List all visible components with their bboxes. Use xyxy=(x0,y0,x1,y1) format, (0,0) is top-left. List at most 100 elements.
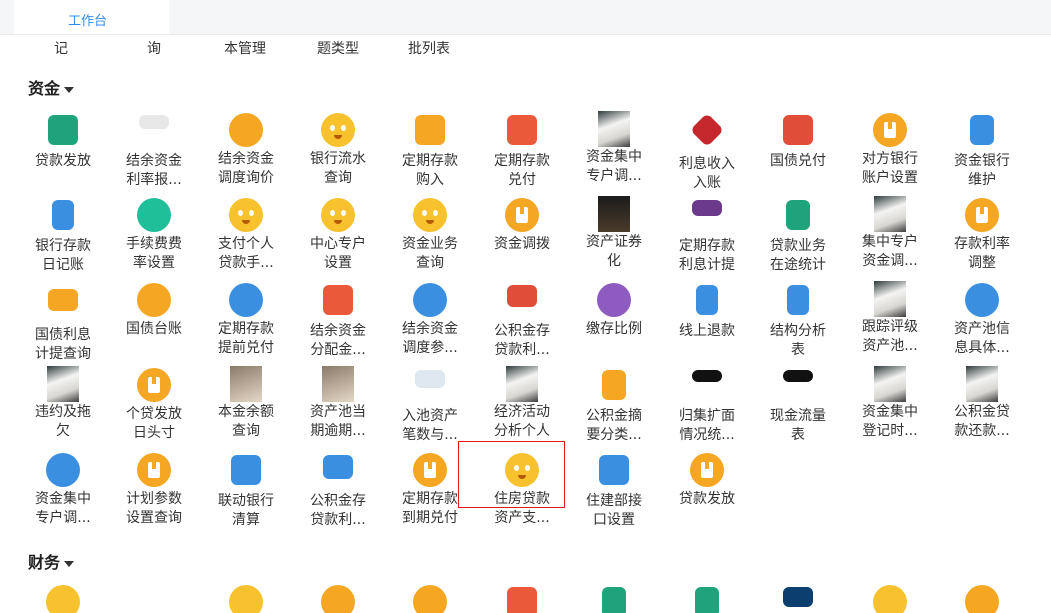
app-item[interactable]: 资金集中 专户调... xyxy=(17,453,109,528)
dark-banner-icon xyxy=(781,370,815,404)
app-item[interactable]: 资金集中 登记时... xyxy=(844,366,936,441)
cat-photo-icon xyxy=(229,366,263,402)
app-item[interactable]: 结余资金 分配金... xyxy=(292,283,384,360)
app-item[interactable]: 资产证券 化 xyxy=(568,196,660,271)
app-item-label: 本金余额 查询 xyxy=(218,404,274,439)
app-item[interactable]: 现金流量 表 xyxy=(752,368,844,445)
app-item[interactable]: 手续费费 率设置 xyxy=(108,198,200,273)
document-circle-icon xyxy=(965,198,999,232)
app-item[interactable]: 公积金贷 款还款... xyxy=(936,366,1028,441)
section-finance[interactable]: 财务 xyxy=(28,549,75,573)
app-item[interactable]: 定期存款 购入 xyxy=(384,113,476,190)
app-item[interactable]: 贷款发放 xyxy=(661,453,753,509)
app-item[interactable]: 定期存款 提前兑付 xyxy=(200,283,292,358)
partial-item-1-label[interactable]: 记 xyxy=(54,40,68,59)
app-item[interactable] xyxy=(568,585,660,613)
app-item[interactable]: 支付个人 贷款手... xyxy=(200,198,292,273)
app-item[interactable] xyxy=(752,585,844,613)
photo-thumbnail-icon xyxy=(873,366,907,402)
partial-item-4-label[interactable]: 题类型 xyxy=(317,40,359,59)
app-item-label: 资产池信 息具体... xyxy=(954,321,1010,356)
app-item[interactable]: 中心专户 设置 xyxy=(292,198,384,273)
app-item[interactable]: 资金调拨 xyxy=(476,198,568,254)
app-item[interactable]: 资金集中 专户调... xyxy=(568,111,660,186)
section-funds[interactable]: 资金 xyxy=(28,75,75,99)
cancel-document-icon xyxy=(505,587,539,613)
cancel-document-icon xyxy=(505,115,539,149)
app-item-label: 现金流量 表 xyxy=(770,408,826,443)
app-item[interactable]: 缴存比例 xyxy=(568,283,660,339)
app-item[interactable]: 住建部接 口设置 xyxy=(568,453,660,530)
app-item[interactable]: 国债台账 xyxy=(108,283,200,339)
app-item[interactable] xyxy=(844,585,936,613)
app-item[interactable] xyxy=(936,585,1028,613)
section-funds-label: 资金 xyxy=(28,79,61,98)
app-item[interactable]: 银行存款 日记账 xyxy=(17,198,109,275)
partial-item-5-label[interactable]: 批列表 xyxy=(408,40,450,59)
app-item[interactable]: 跟踪评级 资产池... xyxy=(844,281,936,356)
app-item[interactable]: 线上退款 xyxy=(661,283,753,341)
app-item[interactable]: 归集扩面 情况统... xyxy=(661,368,753,445)
app-item-label: 资金集中 登记时... xyxy=(862,404,918,439)
app-item[interactable]: 公积金存 贷款利... xyxy=(292,453,384,530)
caret-down-icon xyxy=(64,560,75,567)
certificate-image-icon xyxy=(413,370,447,404)
app-item[interactable]: 资金业务 查询 xyxy=(384,198,476,273)
selection-highlight xyxy=(458,441,565,508)
app-item[interactable] xyxy=(292,585,384,613)
app-item[interactable]: 计划参数 设置查询 xyxy=(108,453,200,528)
app-item-label: 结构分析 表 xyxy=(770,323,826,358)
app-item[interactable]: 结余资金 调度参... xyxy=(384,283,476,358)
partial-item-3-label[interactable]: 本管理 xyxy=(224,40,266,59)
app-item[interactable] xyxy=(476,585,568,613)
app-item[interactable]: 对方银行 账户设置 xyxy=(844,113,936,188)
app-item[interactable]: 结余资金 调度询价 xyxy=(200,113,292,188)
app-item[interactable] xyxy=(200,585,292,613)
document-circle-icon xyxy=(873,113,907,147)
app-item-label: 国债台账 xyxy=(126,321,182,337)
thumbnail-image-icon xyxy=(137,115,171,149)
app-item[interactable]: 公积金存 贷款利... xyxy=(476,283,568,360)
settings-tag-icon xyxy=(597,455,631,489)
app-item[interactable]: 经济活动 分析个人 xyxy=(476,366,568,441)
section-finance-label: 财务 xyxy=(28,553,61,572)
app-item[interactable]: 违约及拖 欠 xyxy=(17,366,109,441)
app-item-label: 公积金贷 款还款... xyxy=(954,404,1010,439)
app-item[interactable]: 结构分析 表 xyxy=(752,283,844,360)
partial-item-2-label[interactable]: 询 xyxy=(147,40,161,59)
app-item[interactable]: 集中专户 资金调... xyxy=(844,196,936,271)
app-item[interactable]: 贷款业务 在途统计 xyxy=(752,198,844,275)
app-item-label: 资金调拨 xyxy=(494,236,550,252)
app-item[interactable]: 资产池当 期逾期... xyxy=(292,366,384,441)
app-item[interactable] xyxy=(384,585,476,613)
app-item[interactable]: 公积金摘 要分类... xyxy=(568,368,660,445)
app-item-label: 违约及拖 欠 xyxy=(35,404,91,439)
app-item[interactable]: 本金余额 查询 xyxy=(200,366,292,441)
app-item-label: 手续费费 率设置 xyxy=(126,236,182,271)
app-item[interactable]: 资产池信 息具体... xyxy=(936,283,1028,358)
app-item-label: 缴存比例 xyxy=(586,321,642,337)
app-item[interactable]: 国债兑付 xyxy=(752,113,844,171)
app-item[interactable]: 入池资产 笔数与... xyxy=(384,368,476,445)
app-item[interactable]: 存款利率 调整 xyxy=(936,198,1028,273)
list-document-icon xyxy=(597,587,631,613)
app-item[interactable]: 个贷发放 日头寸 xyxy=(108,368,200,443)
app-item[interactable]: 定期存款 兑付 xyxy=(476,113,568,190)
app-item-label: 支付个人 贷款手... xyxy=(218,236,274,271)
transfer-arrows-icon xyxy=(229,113,263,147)
app-item[interactable] xyxy=(661,585,753,613)
app-item[interactable]: 定期存款 利息计提 xyxy=(661,198,753,275)
app-item[interactable] xyxy=(17,585,109,613)
app-item[interactable]: 贷款发放 xyxy=(17,113,109,171)
location-pin-icon xyxy=(413,283,447,317)
tab-workbench[interactable]: 工作台 xyxy=(14,0,169,34)
emoji-face-icon xyxy=(229,198,263,232)
app-item[interactable]: 银行流水 查询 xyxy=(292,113,384,188)
app-item[interactable]: 利息收入 入账 xyxy=(661,113,753,193)
emoji-face-icon xyxy=(413,198,447,232)
app-item[interactable]: 联动银行 清算 xyxy=(200,453,292,530)
app-item[interactable]: 结余资金 利率报... xyxy=(108,113,200,190)
app-item[interactable]: 资金银行 维护 xyxy=(936,113,1028,190)
grape-image-icon xyxy=(690,200,724,234)
app-item[interactable]: 国债利息 计提查询 xyxy=(17,283,109,364)
